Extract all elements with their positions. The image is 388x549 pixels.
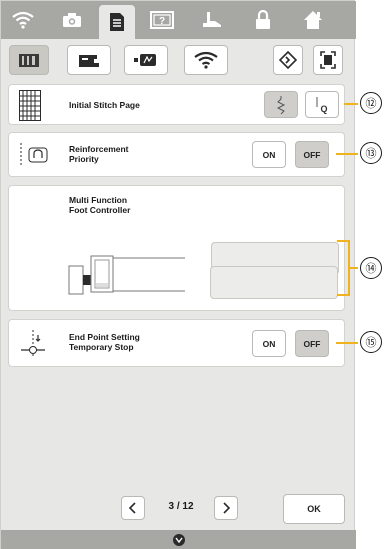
callout-12: ⑫ [360,92,382,114]
settings-icon[interactable] [172,533,186,547]
reinforcement-label-line1: Reinforcement [69,144,129,154]
callout-leader-15 [336,342,358,344]
network-settings-tab[interactable] [184,45,228,75]
q-stitch-option[interactable]: Q [305,91,339,118]
fullscreen-icon [320,51,336,69]
end-point-icon [21,330,45,356]
sewing-settings-tab[interactable] [67,45,111,75]
reinforcement-icon [20,143,48,167]
callout-leader-13 [336,153,358,155]
callout-bracket-14 [337,240,350,296]
foot-controller-label-line1: Multi Function [69,195,128,205]
foot-controller-setting-field-2[interactable] [210,266,338,299]
svg-text:?: ? [159,16,165,27]
q-stitch-icon: Q [316,96,328,114]
document-icon[interactable] [99,5,135,39]
embroidery-settings-tab[interactable] [124,45,168,75]
home-icon[interactable] [295,4,331,36]
zigzag-stitch-icon [276,95,286,114]
next-page-button[interactable] [214,496,238,520]
callout-leader-12 [344,103,358,105]
end-point-label-line1: End Point Setting [69,332,140,342]
reinforcement-priority-row: Reinforcement Priority ON OFF [8,132,345,177]
fullscreen-button[interactable] [313,45,343,75]
reinforcement-off-button[interactable]: OFF [295,141,329,168]
reinforcement-label-line2: Priority [69,154,99,164]
settings-screen: ? Initial Stitch Page Q Reinforcement Pr… [0,0,356,549]
callout-15: ⑮ [360,331,382,353]
wifi-icon[interactable] [5,4,41,36]
machine-settings-tab[interactable] [9,45,49,75]
end-point-on-button[interactable]: ON [252,330,286,357]
callout-14: ⑭ [360,257,382,279]
wifi-icon [194,51,218,69]
lock-icon[interactable] [245,4,281,36]
sewing-machine-icon [79,55,99,67]
end-point-setting-row: End Point Setting Temporary Stop ON OFF [8,319,345,367]
page-indicator: 3 / 12 [168,501,194,512]
end-point-label-line2: Temporary Stop [69,342,134,352]
callout-13: ⑬ [360,142,382,164]
svg-text:Q: Q [320,104,327,114]
initial-stitch-page-row: Initial Stitch Page Q [8,84,345,125]
stitch-page-label: Initial Stitch Page [69,100,140,110]
foot-controller-label-line2: Foot Controller [69,205,131,215]
diamond-button[interactable] [273,45,303,75]
embroidery-icon [134,54,156,66]
chevron-right-icon [223,502,231,514]
chevron-left-icon [128,502,136,514]
bottom-bar [1,530,356,549]
stitch-grid-icon [19,90,41,121]
machine-icon [19,54,39,67]
zigzag-stitch-option[interactable] [264,91,298,118]
ok-button[interactable]: OK [283,494,345,524]
category-tabs [1,39,356,79]
camera-icon[interactable] [54,4,90,36]
help-icon[interactable]: ? [144,4,180,36]
previous-page-button[interactable] [121,496,145,520]
sewing-foot-icon[interactable] [194,4,230,36]
end-point-off-button[interactable]: OFF [295,330,329,357]
top-tab-bar: ? [1,1,356,39]
diamond-icon [279,51,297,69]
reinforcement-on-button[interactable]: ON [252,141,286,168]
callout-leader-14 [350,267,358,269]
foot-controller-icon [68,255,185,295]
